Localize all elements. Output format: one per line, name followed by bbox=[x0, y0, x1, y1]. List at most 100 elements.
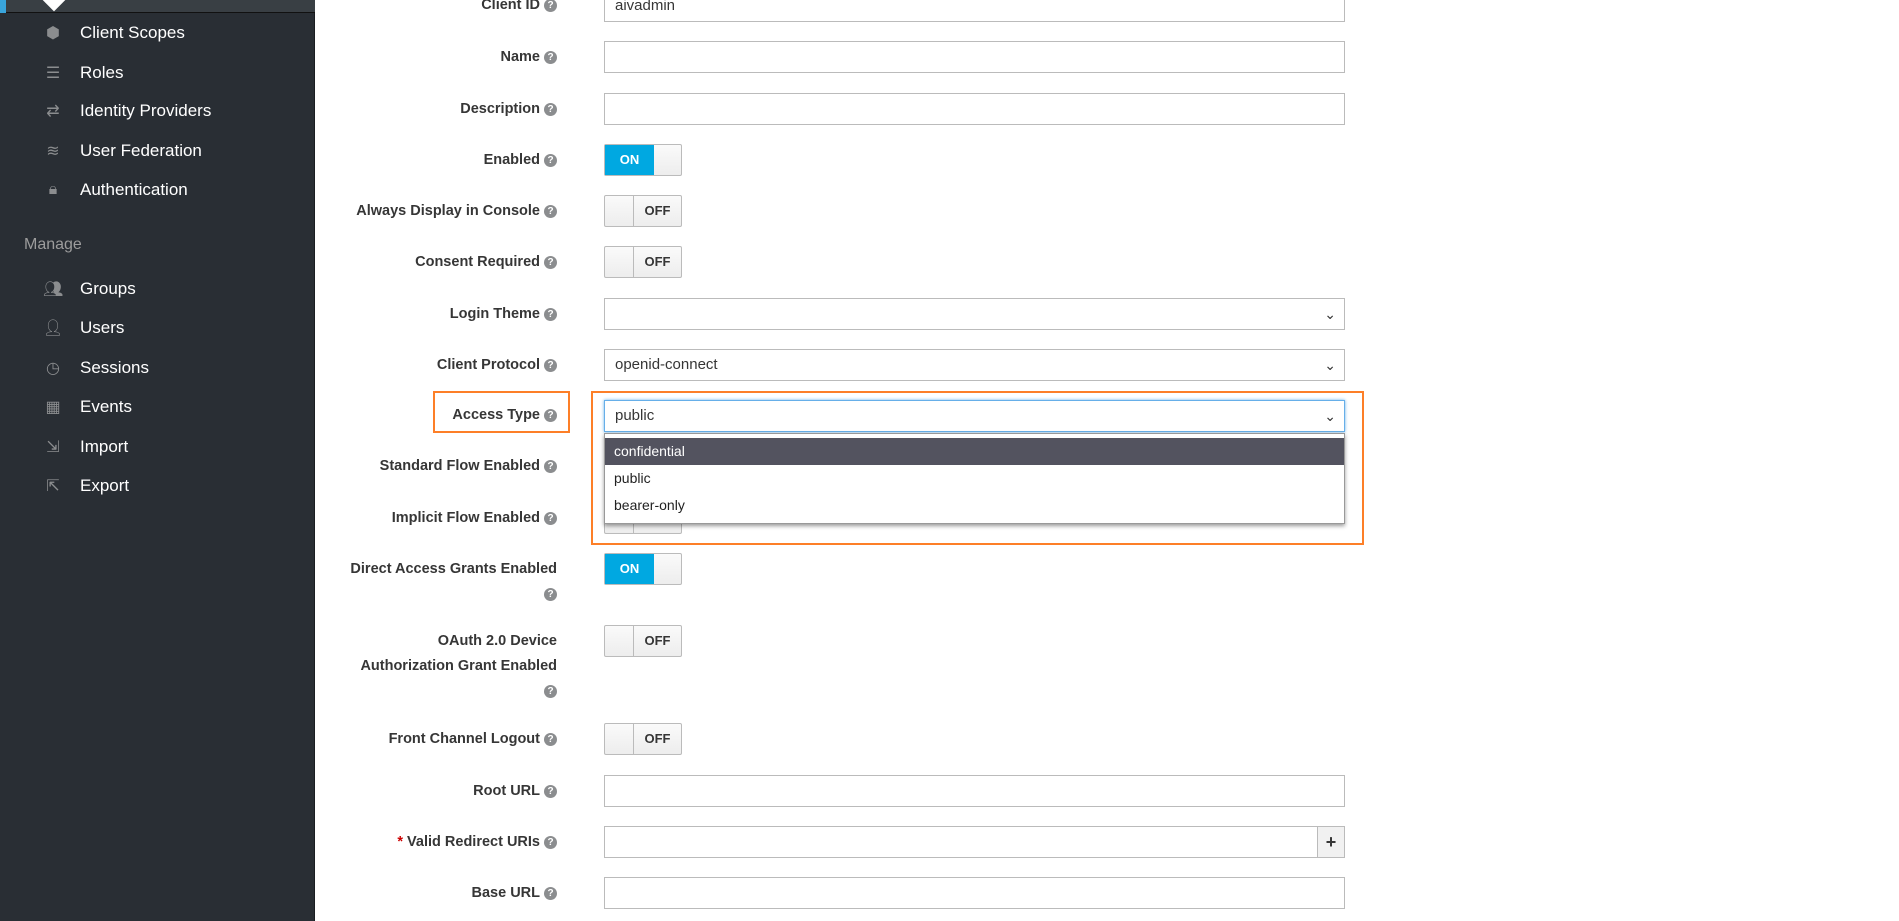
help-icon[interactable]: ? bbox=[544, 459, 557, 473]
client-protocol-select[interactable]: openid-connect ⌄ bbox=[604, 349, 1345, 381]
text: Description bbox=[460, 101, 540, 117]
label: Import bbox=[80, 437, 129, 456]
direct-access-label: Direct Access Grants Enabled? bbox=[337, 557, 557, 607]
help-icon[interactable]: ? bbox=[544, 358, 557, 372]
client-id-input[interactable]: aivadmin bbox=[604, 0, 1345, 22]
roles-icon: ☰ bbox=[45, 65, 61, 82]
state: OFF bbox=[644, 731, 671, 746]
help-icon[interactable]: ? bbox=[544, 153, 557, 167]
name-input[interactable] bbox=[604, 41, 1345, 73]
option-confidential[interactable]: confidential bbox=[605, 438, 1344, 465]
help-icon[interactable]: ? bbox=[544, 835, 557, 849]
state: OFF bbox=[644, 633, 671, 648]
help-icon[interactable]: ? bbox=[544, 408, 557, 422]
valid-redirect-input[interactable] bbox=[604, 826, 1318, 858]
sidebar-item-import[interactable]: ⇲ Import bbox=[0, 432, 315, 462]
label: Export bbox=[80, 476, 130, 495]
help-icon[interactable]: ? bbox=[544, 886, 557, 900]
cubes-icon: ⬢ bbox=[46, 25, 60, 42]
help-icon[interactable]: ? bbox=[544, 511, 557, 525]
state: OFF bbox=[644, 254, 671, 269]
export-icon: ⇱ bbox=[46, 478, 60, 495]
help-icon[interactable]: ? bbox=[544, 102, 557, 116]
enabled-label: Enabled? bbox=[337, 148, 557, 173]
lock-icon: 🔒︎ bbox=[48, 181, 58, 198]
sidebar-item-roles[interactable]: ☰ Roles bbox=[0, 58, 315, 88]
description-label: Description? bbox=[337, 97, 557, 122]
base-url-input[interactable] bbox=[604, 877, 1345, 909]
standard-flow-label: Standard Flow Enabled? bbox=[337, 454, 557, 479]
sidebar-item-client-scopes[interactable]: ⬢ Client Scopes bbox=[0, 18, 315, 48]
help-icon[interactable]: ? bbox=[544, 204, 557, 218]
text: Implicit Flow Enabled bbox=[391, 510, 540, 526]
text: Client Protocol bbox=[436, 357, 540, 373]
chevron-down-icon: ⌄ bbox=[1324, 306, 1336, 322]
help-icon[interactable]: ? bbox=[544, 50, 557, 64]
text: Access Type bbox=[452, 407, 540, 423]
access-type-label: Access Type? bbox=[337, 403, 557, 428]
consent-required-toggle[interactable]: OFF bbox=[604, 246, 682, 278]
text: Login Theme bbox=[449, 306, 540, 322]
knob bbox=[605, 724, 634, 754]
help-icon[interactable]: ? bbox=[544, 0, 557, 12]
text: Valid Redirect URIs bbox=[407, 834, 540, 850]
description-input[interactable] bbox=[604, 93, 1345, 125]
access-type-select[interactable]: public ⌄ bbox=[604, 400, 1345, 432]
front-channel-label: Front Channel Logout? bbox=[337, 727, 557, 752]
add-redirect-button[interactable]: + bbox=[1317, 826, 1345, 858]
sidebar-item-sessions[interactable]: ◷ Sessions bbox=[0, 353, 315, 383]
login-theme-select[interactable]: ⌄ bbox=[604, 298, 1345, 330]
root-url-input[interactable] bbox=[604, 775, 1345, 807]
text: Client ID bbox=[481, 0, 540, 13]
active-indicator bbox=[0, 0, 6, 13]
users-group-icon: 👥︎ bbox=[43, 281, 64, 298]
help-icon[interactable]: ? bbox=[544, 684, 557, 698]
exchange-icon: ⇄ bbox=[46, 103, 60, 120]
calendar-icon: ▦ bbox=[45, 399, 61, 416]
access-type-options: confidential public bearer-only bbox=[604, 433, 1345, 524]
always-display-label: Always Display in Console? bbox=[337, 199, 557, 224]
state: ON bbox=[605, 145, 654, 175]
sidebar-item-events[interactable]: ▦ Events bbox=[0, 392, 315, 422]
state: ON bbox=[605, 554, 654, 584]
option-bearer-only[interactable]: bearer-only bbox=[605, 492, 1344, 519]
implicit-flow-label: Implicit Flow Enabled? bbox=[337, 506, 557, 531]
knob bbox=[605, 247, 634, 277]
help-icon[interactable]: ? bbox=[544, 784, 557, 798]
help-icon[interactable]: ? bbox=[544, 587, 557, 601]
root-url-label: Root URL? bbox=[337, 779, 557, 804]
valid-redirect-label: * Valid Redirect URIs? bbox=[337, 830, 557, 855]
text: OAuth 2.0 Device Authorization Grant Ena… bbox=[360, 633, 557, 674]
knob bbox=[605, 626, 634, 656]
database-icon: ≋ bbox=[46, 143, 60, 160]
sidebar-item-authentication[interactable]: 🔒︎ Authentication bbox=[0, 175, 315, 205]
oauth-device-toggle[interactable]: OFF bbox=[604, 625, 682, 657]
front-channel-toggle[interactable]: OFF bbox=[604, 723, 682, 755]
sidebar-item-export[interactable]: ⇱ Export bbox=[0, 471, 315, 501]
client-protocol-label: Client Protocol? bbox=[337, 353, 557, 378]
direct-access-toggle[interactable]: ON bbox=[604, 553, 682, 585]
sidebar-item-user-federation[interactable]: ≋ User Federation bbox=[0, 136, 315, 166]
option-public[interactable]: public bbox=[605, 465, 1344, 492]
sidebar-item-users[interactable]: 👤︎ Users bbox=[0, 313, 315, 343]
text: Base URL bbox=[471, 885, 541, 901]
text: Enabled bbox=[483, 152, 540, 168]
clock-icon: ◷ bbox=[46, 360, 60, 377]
name-label: Name? bbox=[337, 45, 557, 70]
label: Client Scopes bbox=[80, 23, 185, 42]
sidebar-item-identity-providers[interactable]: ⇄ Identity Providers bbox=[0, 96, 315, 126]
help-icon[interactable]: ? bbox=[544, 255, 557, 269]
help-icon[interactable]: ? bbox=[544, 307, 557, 321]
text: Always Display in Console bbox=[356, 203, 540, 219]
text: Name bbox=[500, 49, 541, 65]
client-id-label: Client ID? bbox=[337, 0, 557, 18]
always-display-toggle[interactable]: OFF bbox=[604, 195, 682, 227]
sidebar-item-clients[interactable] bbox=[0, 0, 315, 13]
sidebar-item-groups[interactable]: 👥︎ Groups bbox=[0, 274, 315, 304]
login-theme-label: Login Theme? bbox=[337, 302, 557, 327]
label: User Federation bbox=[80, 141, 202, 160]
label: Users bbox=[80, 318, 125, 337]
state: OFF bbox=[644, 203, 671, 218]
enabled-toggle[interactable]: ON bbox=[604, 144, 682, 176]
help-icon[interactable]: ? bbox=[544, 732, 557, 746]
